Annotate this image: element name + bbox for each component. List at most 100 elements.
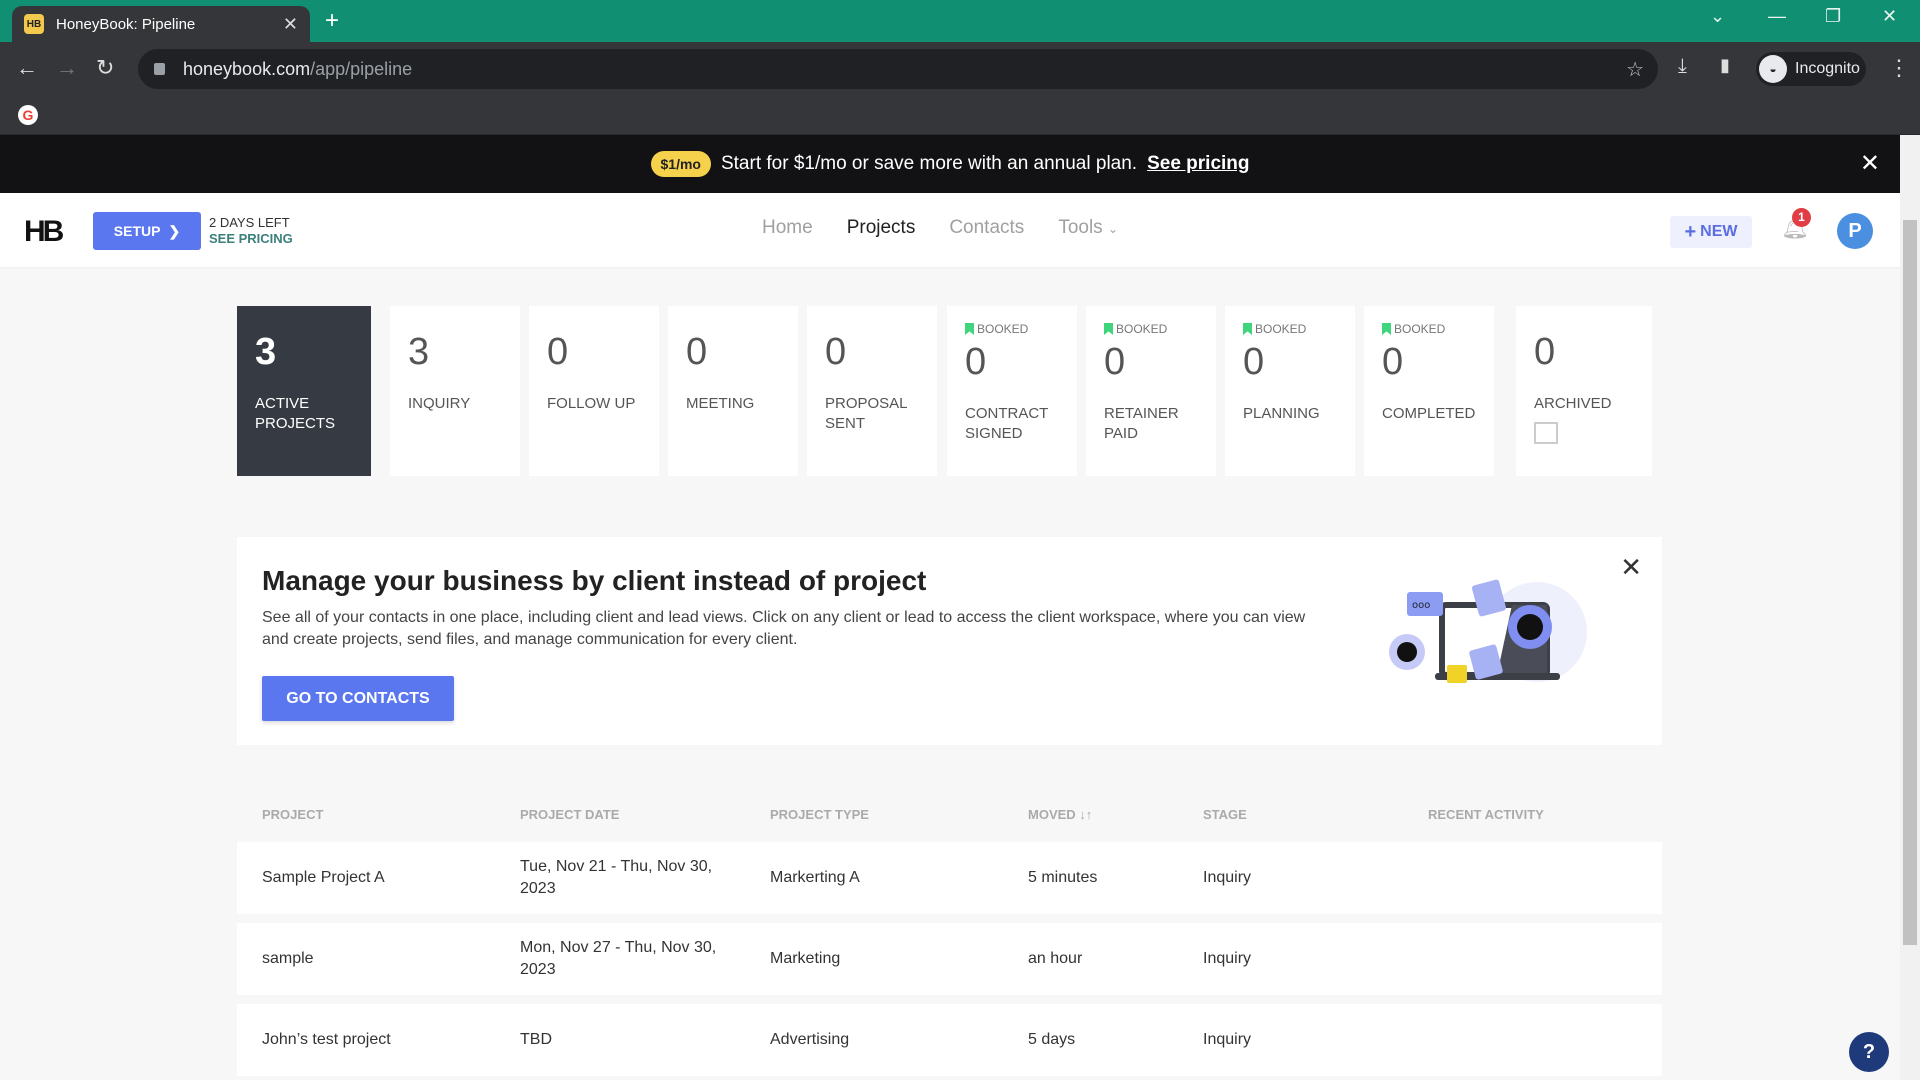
stage-count: 0 [1534,331,1556,373]
stage-label: Completed [1382,405,1476,422]
side-panel-icon[interactable]: ▮ [1720,55,1730,76]
restore-button[interactable]: ❐ [1825,6,1841,27]
contacts-promo-card: Manage your business by client instead o… [237,537,1662,745]
pricing-banner: $1/mo Start for $1/mo or save more with … [0,135,1900,193]
table-row[interactable]: Sample Project A Tue, Nov 21 - Thu, Nov 3… [237,842,1662,914]
chevron-right-icon: ❯ [168,222,181,239]
tab-search-icon[interactable]: ⌄ [1710,6,1725,27]
stage-card-inquiry[interactable]: 3 Inquiry [390,306,520,476]
cell-stage: Inquiry [1203,1031,1252,1048]
booked-tag: BOOKED [965,322,1028,336]
cell-type: Advertising [770,1031,850,1048]
url-path: /app/pipeline [310,58,413,79]
go-to-contacts-button[interactable]: GO TO CONTACTS [262,676,454,721]
col-header-stage[interactable]: Stage [1203,807,1247,822]
col-header-project[interactable]: Project [262,807,323,822]
client-workspace-illustration: ooo [1389,579,1587,683]
page-scrollbar[interactable] [1900,135,1920,1080]
bookmark-star-icon[interactable]: ☆ [1626,57,1644,82]
help-button[interactable]: ? [1849,1032,1889,1072]
see-pricing-link[interactable]: See pricing [1147,153,1249,175]
stage-label: Inquiry [408,395,471,412]
booked-label: BOOKED [1394,322,1446,336]
reload-button[interactable]: ↻ [96,55,114,81]
bookmark-flag-icon [1104,323,1113,335]
chevron-down-icon: ⌄ [1107,222,1119,236]
stage-card-contract-signed[interactable]: BOOKED 0 Contract Signed [947,306,1077,476]
new-tab-button[interactable]: + [325,8,339,34]
url-bar[interactable]: honeybook.com/app/pipeline ☆ [138,49,1658,89]
archive-box-icon [1534,422,1558,444]
nav-projects[interactable]: Projects [847,217,916,239]
cell-project[interactable]: Sample Project A [262,867,492,889]
tab-title: HoneyBook: Pipeline [56,15,196,33]
back-button[interactable]: ← [16,55,38,81]
new-button[interactable]: + NEW [1670,216,1752,248]
close-window-button[interactable]: ✕ [1882,6,1897,27]
col-header-moved-label: Moved [1028,807,1076,822]
bookmarks-bar: G [0,96,1920,135]
minimize-button[interactable]: — [1768,6,1786,27]
close-tab-icon[interactable]: ✕ [283,14,298,35]
incognito-profile[interactable]: ◒ Incognito [1756,52,1866,86]
stage-label: Meeting [686,395,755,412]
trial-info: 2 DAYS LEFT SEE PRICING [209,215,293,247]
stage-card-proposal-sent[interactable]: 0 Proposal Sent [807,306,937,476]
col-header-project-type[interactable]: Project Type [770,807,869,822]
col-header-project-date[interactable]: Project Date [520,807,619,822]
bookmark-flag-icon [1243,323,1252,335]
stage-label: Contract Signed [965,405,1049,442]
cell-date: Mon, Nov 27 - Thu, Nov 30, 2023 [520,939,717,978]
promo-title: Manage your business by client instead o… [262,565,927,596]
cell-stage: Inquiry [1203,869,1252,886]
col-header-moved[interactable]: Moved ↓↑ [1028,807,1092,822]
browser-tab[interactable]: HB HoneyBook: Pipeline ✕ [12,6,310,42]
stage-card-completed[interactable]: BOOKED 0 Completed [1364,306,1494,476]
nav-home[interactable]: Home [762,217,813,239]
promo-body: See all of your contacts in one place, i… [262,609,1306,648]
stage-card-meeting[interactable]: 0 Meeting [668,306,798,476]
booked-label: BOOKED [1255,322,1307,336]
booked-tag: BOOKED [1104,322,1167,336]
incognito-icon: ◒ [1759,55,1787,83]
col-header-recent-activity[interactable]: Recent Activity [1428,807,1544,822]
stage-label: Archived [1534,395,1612,412]
user-avatar[interactable]: P [1837,213,1873,249]
banner-close-icon[interactable]: ✕ [1860,149,1880,178]
google-icon[interactable]: G [18,105,38,125]
incognito-label: Incognito [1795,60,1860,77]
stage-card-active-projects[interactable]: 3 Active Projects [237,306,371,476]
cell-project[interactable]: John’s test project [262,1029,492,1051]
honeybook-logo[interactable]: HB [24,215,64,249]
cell-date: TBD [520,1031,552,1048]
nav-contacts[interactable]: Contacts [949,217,1024,239]
table-row[interactable]: sample Mon, Nov 27 - Thu, Nov 30, 2023 Mar… [237,923,1662,995]
setup-button[interactable]: SETUP ❯ [93,212,201,250]
table-row[interactable]: John’s test project TBD Advertising 5 days I… [237,1004,1662,1076]
stage-label: Follow Up [547,395,636,412]
stage-label: Proposal Sent [825,395,907,432]
nav-tools[interactable]: Tools ⌄ [1058,217,1118,239]
forward-button[interactable]: → [56,55,78,81]
svg-text:ooo: ooo [1412,600,1430,611]
url-host: honeybook.com [183,58,311,79]
stage-count: 0 [1104,341,1126,383]
download-icon[interactable]: ⤓ [1678,55,1687,78]
scrollbar-thumb[interactable] [1903,220,1917,945]
stage-card-archived[interactable]: 0 Archived [1516,306,1652,476]
promo-close-icon[interactable]: ✕ [1620,552,1642,583]
stage-count: 0 [1382,341,1404,383]
cell-moved: 5 days [1028,1031,1076,1048]
stage-label: Retainer Paid [1104,405,1179,442]
cell-type: Marketing [770,950,841,967]
lock-icon [154,63,165,75]
trial-see-pricing-link[interactable]: SEE PRICING [209,231,293,247]
stage-card-follow-up[interactable]: 0 Follow Up [529,306,659,476]
bookmark-flag-icon [1382,323,1391,335]
browser-menu-icon[interactable]: ⋮ [1888,55,1910,81]
stage-card-retainer-paid[interactable]: BOOKED 0 Retainer Paid [1086,306,1216,476]
price-pill: $1/mo [650,151,711,177]
stage-count: 0 [1243,341,1265,383]
stage-card-planning[interactable]: BOOKED 0 Planning [1225,306,1355,476]
cell-project[interactable]: sample [262,948,492,970]
